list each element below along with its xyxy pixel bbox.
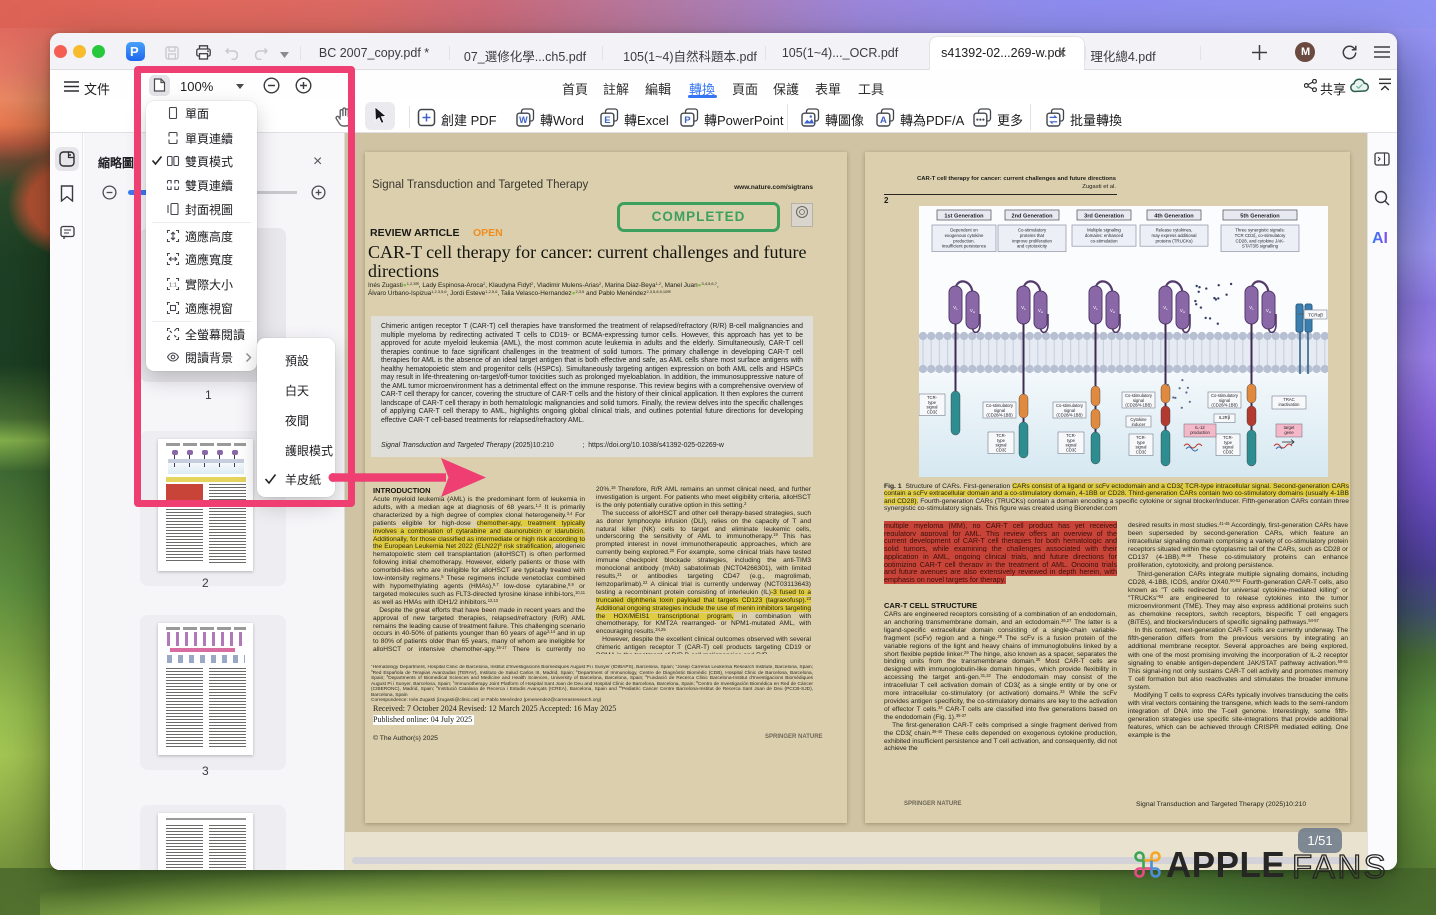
svg-text:(CD28/4-1BB): (CD28/4-1BB) bbox=[1211, 403, 1238, 408]
svg-text:VL: VL bbox=[1093, 305, 1098, 311]
svg-text:Dependent on: Dependent on bbox=[950, 228, 978, 233]
svg-text:inactivation: inactivation bbox=[1279, 402, 1301, 407]
svg-text:CD3ζ: CD3ζ bbox=[927, 409, 937, 414]
svg-text:CD3ζ: CD3ζ bbox=[1066, 447, 1076, 452]
svg-text:production.: production. bbox=[953, 238, 975, 243]
svg-text:E: E bbox=[604, 115, 610, 126]
svg-text:Three synergistic signals:: Three synergistic signals: bbox=[1235, 228, 1285, 233]
svg-text:2nd Generation: 2nd Generation bbox=[1011, 213, 1053, 219]
svg-text:VL: VL bbox=[1021, 305, 1026, 311]
svg-text:Co-stimulatory: Co-stimulatory bbox=[1018, 228, 1047, 233]
svg-text:and cytotoxicity: and cytotoxicity bbox=[1017, 244, 1048, 249]
svg-text:inducer: inducer bbox=[1132, 422, 1146, 427]
svg-text:VH: VH bbox=[970, 308, 975, 314]
svg-text:Insufficient persistence: Insufficient persistence bbox=[942, 244, 987, 249]
svg-text:1st Generation: 1st Generation bbox=[944, 213, 984, 219]
svg-text:A: A bbox=[880, 115, 887, 126]
svg-text:TCR CD3ζ, co-stimulatory: TCR CD3ζ, co-stimulatory bbox=[1235, 233, 1287, 238]
svg-text:domains: enhanced: domains: enhanced bbox=[1085, 233, 1124, 238]
svg-text:CD3ζ: CD3ζ bbox=[996, 447, 1006, 452]
svg-text:VH: VH bbox=[1180, 308, 1185, 314]
svg-text:STAT3/5 signalling: STAT3/5 signalling bbox=[1242, 244, 1279, 249]
svg-text:TCRαβ: TCRαβ bbox=[1308, 313, 1323, 318]
svg-text:IL2Rβ: IL2Rβ bbox=[1219, 415, 1231, 420]
svg-text:VL: VL bbox=[953, 305, 958, 311]
svg-text:proteins (TRUCKs): proteins (TRUCKs) bbox=[1155, 238, 1193, 243]
svg-text:(CD28/4-1BB): (CD28/4-1BB) bbox=[986, 413, 1013, 418]
svg-text:5th Generation: 5th Generation bbox=[1240, 213, 1280, 219]
svg-text:production: production bbox=[1190, 430, 1210, 435]
svg-text:CD3ζ: CD3ζ bbox=[1136, 449, 1146, 454]
svg-text:VL: VL bbox=[1163, 305, 1168, 311]
svg-text:co-stimulation: co-stimulation bbox=[1090, 238, 1118, 243]
svg-text:may express additional: may express additional bbox=[1152, 233, 1197, 238]
svg-text:4th Generation: 4th Generation bbox=[1154, 213, 1194, 219]
svg-text:CD3ζ: CD3ζ bbox=[1223, 449, 1233, 454]
svg-text:VH: VH bbox=[1266, 308, 1271, 314]
svg-text:Multiple signaling: Multiple signaling bbox=[1087, 228, 1121, 233]
svg-text:Release cytokines,: Release cytokines, bbox=[1156, 228, 1193, 233]
svg-text:(CD28/4-1BB): (CD28/4-1BB) bbox=[1125, 403, 1152, 408]
svg-text:W: W bbox=[519, 115, 528, 125]
svg-text:(CD28/4-1BB): (CD28/4-1BB) bbox=[1056, 413, 1083, 418]
svg-text:proteins that: proteins that bbox=[1020, 233, 1045, 238]
svg-text:gene: gene bbox=[1284, 430, 1294, 435]
svg-text:exogenous cytokine: exogenous cytokine bbox=[945, 233, 984, 238]
svg-text:P: P bbox=[684, 115, 691, 126]
svg-text:VL: VL bbox=[1249, 305, 1254, 311]
svg-text:VH: VH bbox=[1038, 308, 1043, 314]
svg-text:3rd Generation: 3rd Generation bbox=[1084, 213, 1124, 219]
svg-text:CD28, and cytokine JAK-: CD28, and cytokine JAK- bbox=[1235, 238, 1285, 243]
svg-text:improve proliferation: improve proliferation bbox=[1012, 238, 1052, 243]
svg-text:VH: VH bbox=[1110, 308, 1115, 314]
